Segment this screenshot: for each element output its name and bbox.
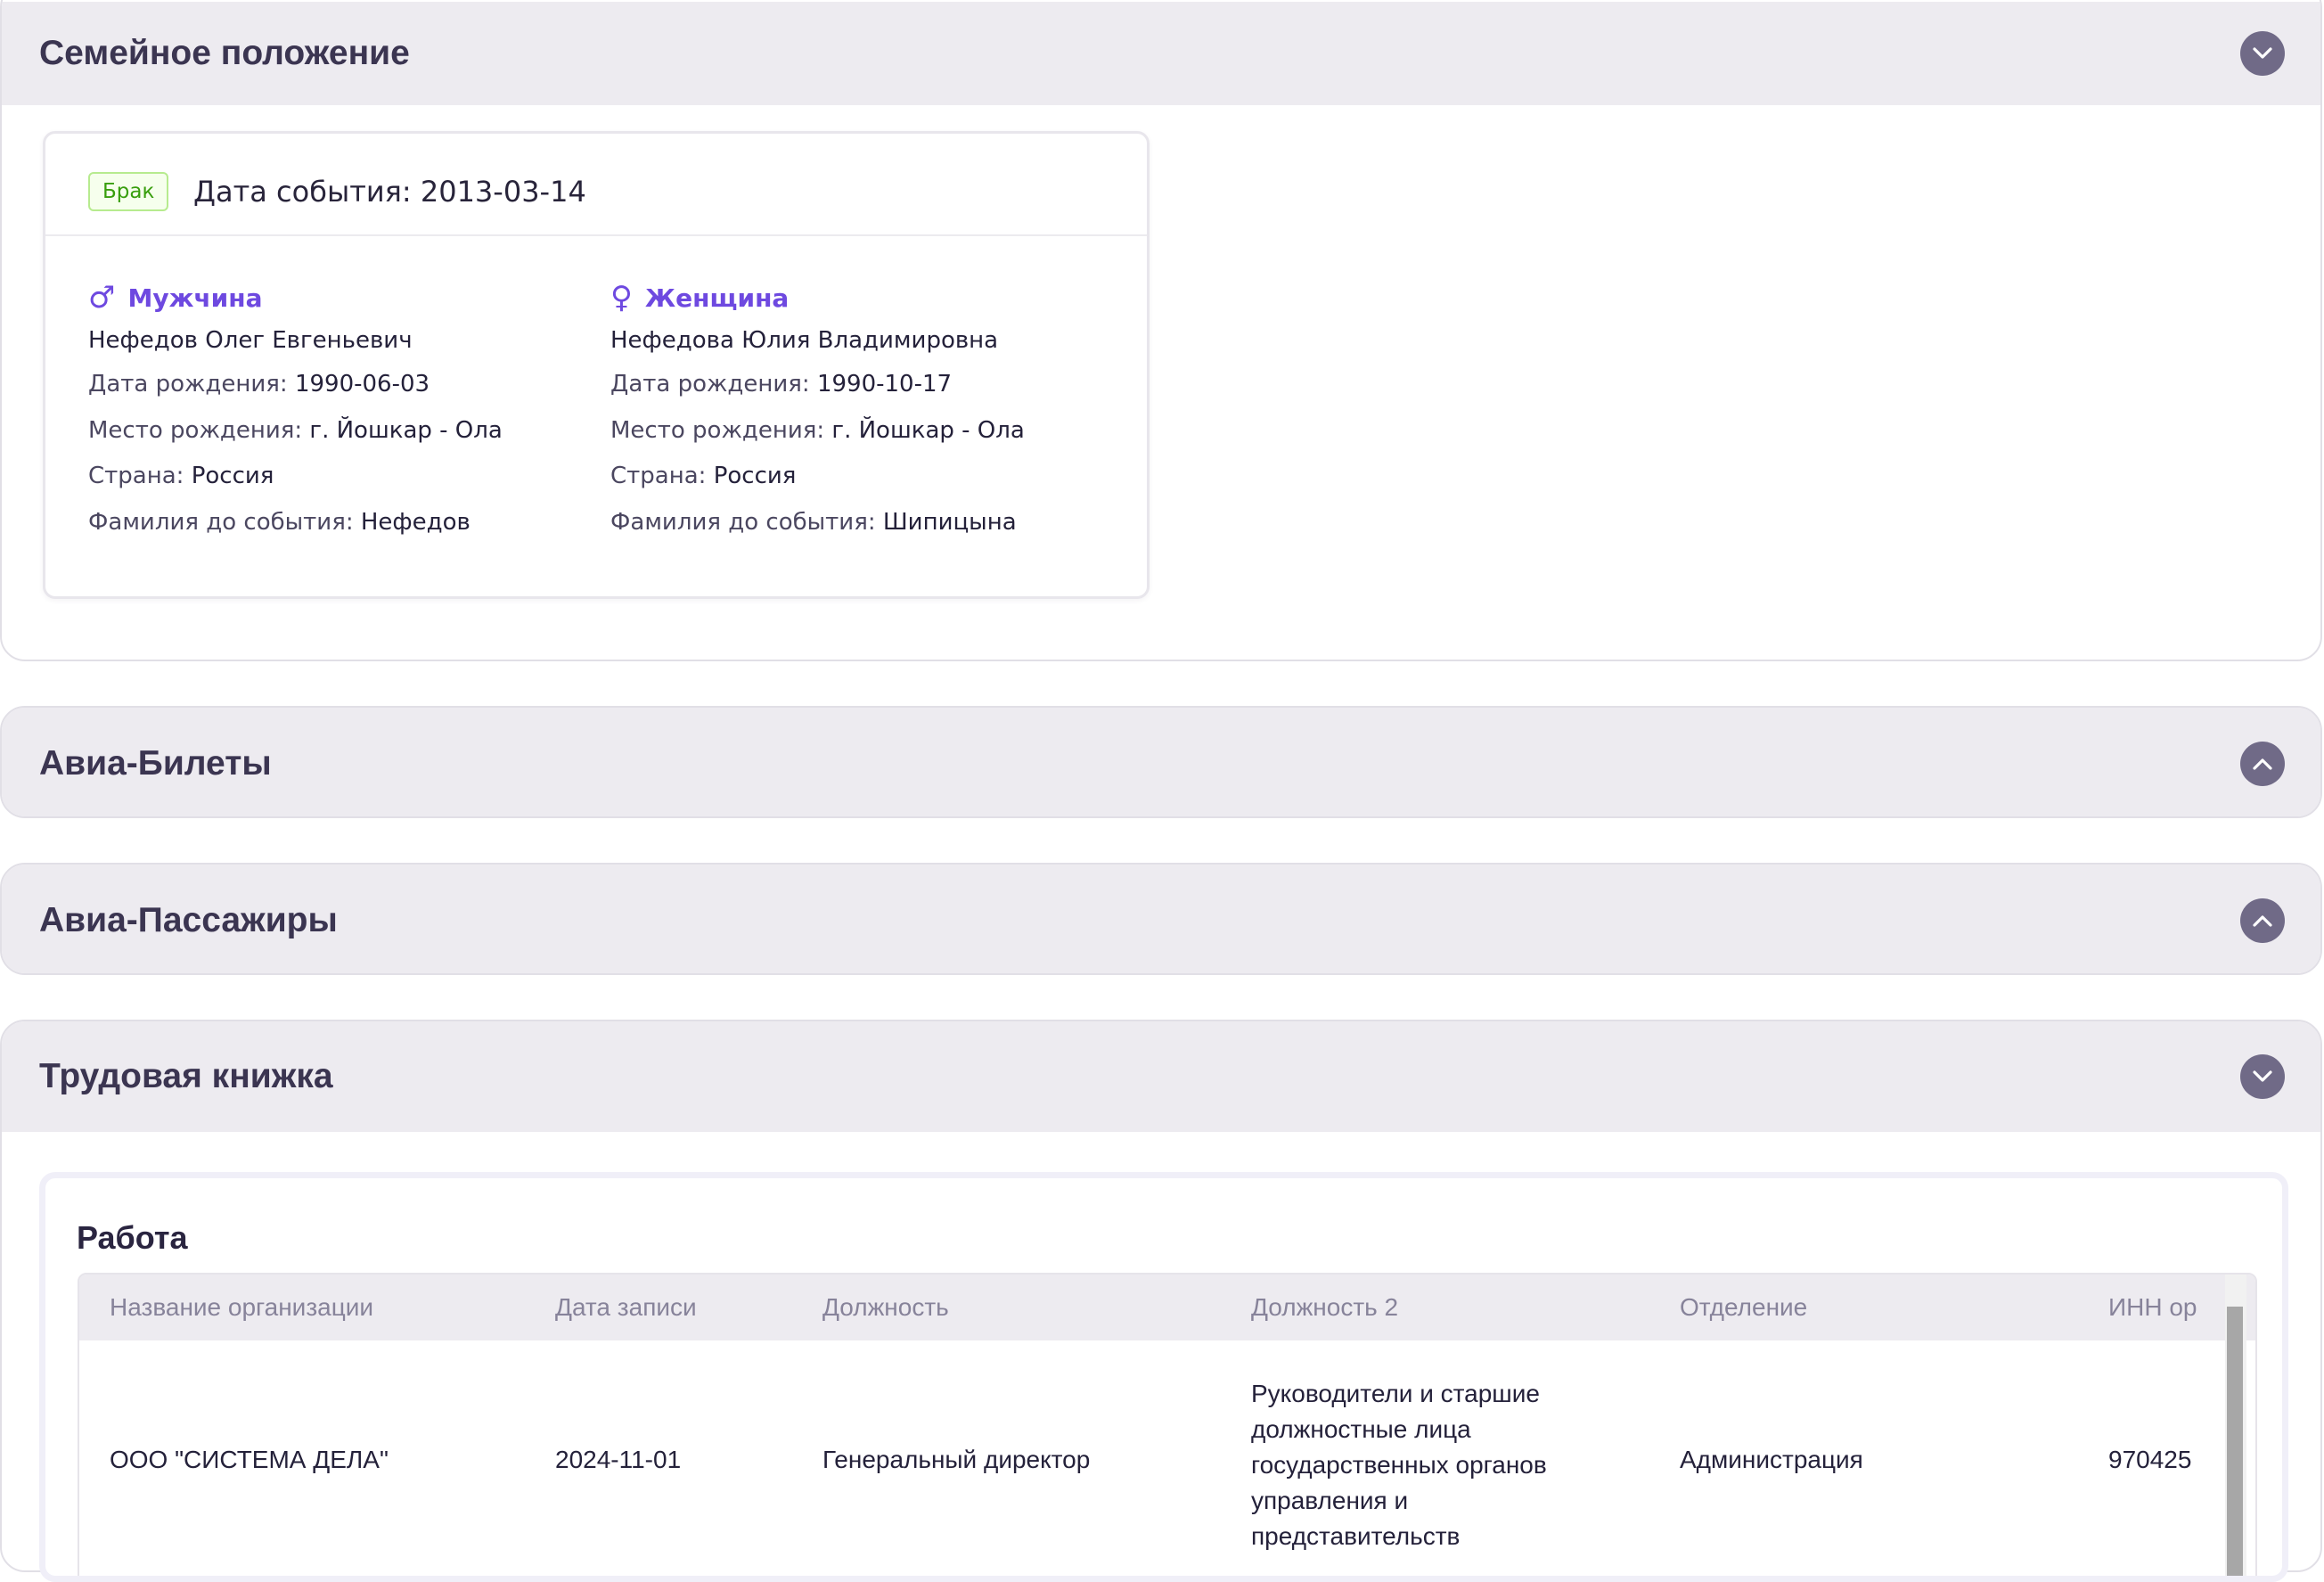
table-header: Название организации Дата записи Должнос…	[79, 1275, 2255, 1340]
birth-label: Дата рождения:	[88, 371, 288, 398]
male-name: Нефедов Олег Евгеньевич	[88, 327, 413, 354]
birth-label: Дата рождения:	[610, 371, 810, 398]
column-header[interactable]: Должность	[822, 1275, 949, 1340]
tickets-section: Авиа-Билеты	[0, 706, 2322, 818]
country-value: Россия	[191, 463, 274, 489]
work-table: Название организации Дата записи Должнос…	[78, 1273, 2257, 1576]
column-header[interactable]: Название организации	[110, 1275, 373, 1340]
female-role-label: Женщина	[644, 283, 790, 313]
event-date: Дата события: 2013-03-14	[193, 175, 586, 209]
column-header[interactable]: Должность 2	[1251, 1275, 1398, 1340]
cell-date: 2024-11-01	[555, 1446, 682, 1473]
workbook-section-header[interactable]: Трудовая книжка	[2, 1021, 2320, 1132]
male-surname-before: Фамилия до события: Нефедов	[88, 500, 503, 546]
surname-label: Фамилия до события:	[610, 508, 876, 536]
section-title: Семейное положение	[39, 34, 410, 72]
male-role-label: Мужчина	[127, 283, 263, 313]
column-header[interactable]: ИНН ор	[2108, 1275, 2197, 1340]
place-value: г. Йошкар - Ола	[309, 416, 503, 444]
section-title: Авиа-Билеты	[39, 744, 272, 783]
surname-label: Фамилия до события:	[88, 508, 354, 536]
section-title: Трудовая книжка	[39, 1057, 333, 1095]
place-label: Место рождения:	[610, 416, 825, 444]
passengers-section-header[interactable]: Авиа-Пассажиры	[2, 865, 2320, 973]
male-icon: ♂	[88, 280, 116, 316]
female-birth-place: Место рождения: г. Йошкар - Ола	[610, 408, 1025, 455]
male-country: Страна: Россия	[88, 454, 503, 500]
family-section: Семейное положение Брак Дата события: 20…	[0, 0, 2322, 661]
marriage-tag: Брак	[88, 172, 169, 211]
country-value: Россия	[713, 463, 797, 489]
column-header[interactable]: Отделение	[1680, 1275, 1807, 1340]
male-birth-place: Место рождения: г. Йошкар - Ола	[88, 408, 503, 455]
place-label: Место рождения:	[88, 416, 303, 444]
cell-org: ООО "СИСТЕМА ДЕЛА"	[110, 1446, 389, 1473]
family-section-header[interactable]: Семейное положение	[2, 2, 2320, 105]
female-surname-before: Фамилия до события: Шипицына	[610, 500, 1025, 546]
cell-position: Генеральный директор	[822, 1446, 1091, 1473]
passengers-section: Авиа-Пассажиры	[0, 863, 2322, 975]
female-country: Страна: Россия	[610, 454, 1025, 500]
scrollbar-thumb[interactable]	[2227, 1307, 2243, 1576]
chevron-up-icon[interactable]	[2240, 742, 2285, 786]
female-role: ♀ Женщина	[610, 276, 1025, 319]
female-birth-date: Дата рождения: 1990-10-17	[610, 362, 1025, 408]
cell-department: Администрация	[1680, 1446, 1863, 1473]
place-value: г. Йошкар - Ола	[831, 416, 1025, 444]
column-header[interactable]: Дата записи	[555, 1275, 697, 1340]
surname-value: Нефедов	[360, 508, 471, 536]
country-label: Страна:	[610, 463, 707, 489]
male-birth-date: Дата рождения: 1990-06-03	[88, 362, 503, 408]
surname-value: Шипицына	[882, 508, 1017, 536]
cell-position2: Руководители и старшие должностные лица …	[1251, 1380, 1547, 1550]
birth-value: 1990-10-17	[816, 371, 953, 398]
male-person: ♂ Мужчина Нефедов Олег Евгеньевич Дата р…	[88, 276, 503, 545]
cell-inn: 970425	[2108, 1446, 2192, 1473]
female-person: ♀ Женщина Нефедова Юлия Владимировна Дат…	[610, 276, 1025, 545]
work-card: Работа Название организации Дата записи …	[39, 1172, 2288, 1582]
marriage-card: Брак Дата события: 2013-03-14 ♂ Мужчина …	[43, 131, 1150, 599]
chevron-down-icon[interactable]	[2240, 31, 2285, 76]
chevron-down-icon[interactable]	[2240, 1054, 2285, 1099]
female-name: Нефедова Юлия Владимировна	[610, 327, 999, 354]
tickets-section-header[interactable]: Авиа-Билеты	[2, 708, 2320, 816]
marriage-card-header: Брак Дата события: 2013-03-14	[45, 134, 1147, 236]
birth-value: 1990-06-03	[294, 371, 430, 398]
female-icon: ♀	[610, 280, 633, 316]
male-role: ♂ Мужчина	[88, 276, 503, 319]
work-title: Работа	[77, 1219, 188, 1256]
chevron-up-icon[interactable]	[2240, 898, 2285, 943]
country-label: Страна:	[88, 463, 184, 489]
section-title: Авиа-Пассажиры	[39, 901, 338, 939]
